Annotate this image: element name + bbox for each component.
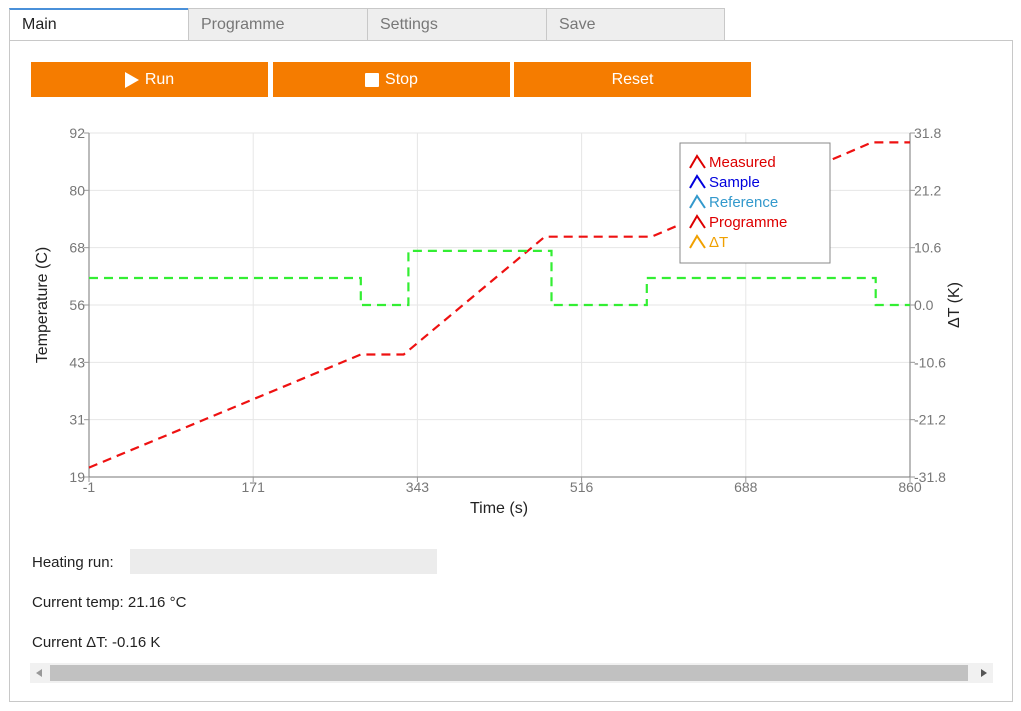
- heating-run-label: Heating run:: [32, 554, 114, 571]
- y-right-tick-label: 21.2: [914, 182, 941, 198]
- x-tick-label: 516: [570, 479, 594, 495]
- y-right-tick-label: -10.6: [914, 354, 946, 370]
- legend-label: Measured: [709, 154, 776, 171]
- y-right-tick-label: 10.6: [914, 240, 941, 256]
- y-right-tick-label: -21.2: [914, 412, 946, 428]
- x-tick-label: 688: [734, 479, 758, 495]
- y-right-tick-label: 0.0: [914, 297, 934, 313]
- y-left-tick-label: 92: [69, 125, 85, 141]
- y-left-tick-label: 68: [69, 240, 85, 256]
- legend-label: Sample: [709, 174, 760, 191]
- y-left-tick-label: 31: [69, 412, 85, 428]
- y-axis-left-label: Temperature (C): [34, 247, 51, 363]
- legend-label: Reference: [709, 194, 778, 211]
- scroll-right-arrow-icon[interactable]: [975, 663, 993, 683]
- current-temp: Current temp: 21.16 °C: [32, 594, 187, 611]
- scrollbar-thumb[interactable]: [50, 665, 968, 681]
- y-left-tick-label: 80: [69, 182, 85, 198]
- heating-run-progress: [130, 549, 437, 574]
- horizontal-scrollbar[interactable]: [30, 663, 993, 683]
- chart-legend: Measured Sample Reference Programme ΔT: [679, 142, 831, 264]
- x-axis-label: Time (s): [470, 500, 528, 517]
- y-left-tick-label: 19: [69, 469, 85, 485]
- scroll-left-arrow-icon[interactable]: [30, 663, 48, 683]
- x-tick-label: 171: [242, 479, 266, 495]
- y-axis-right-label: ΔT (K): [946, 282, 963, 328]
- legend-label: ΔT: [709, 234, 728, 251]
- y-left-tick-label: 56: [69, 297, 85, 313]
- y-right-tick-label: -31.8: [914, 469, 946, 485]
- current-delta-t: Current ΔT: -0.16 K: [32, 634, 161, 651]
- y-right-tick-label: 31.8: [914, 125, 941, 141]
- temperature-chart: -1 171 343 516 688 86019314356688092-31.8-21.…: [34, 125, 963, 517]
- y-left-tick-label: 43: [69, 354, 85, 370]
- legend-label: Programme: [709, 214, 787, 231]
- x-tick-label: 343: [406, 479, 430, 495]
